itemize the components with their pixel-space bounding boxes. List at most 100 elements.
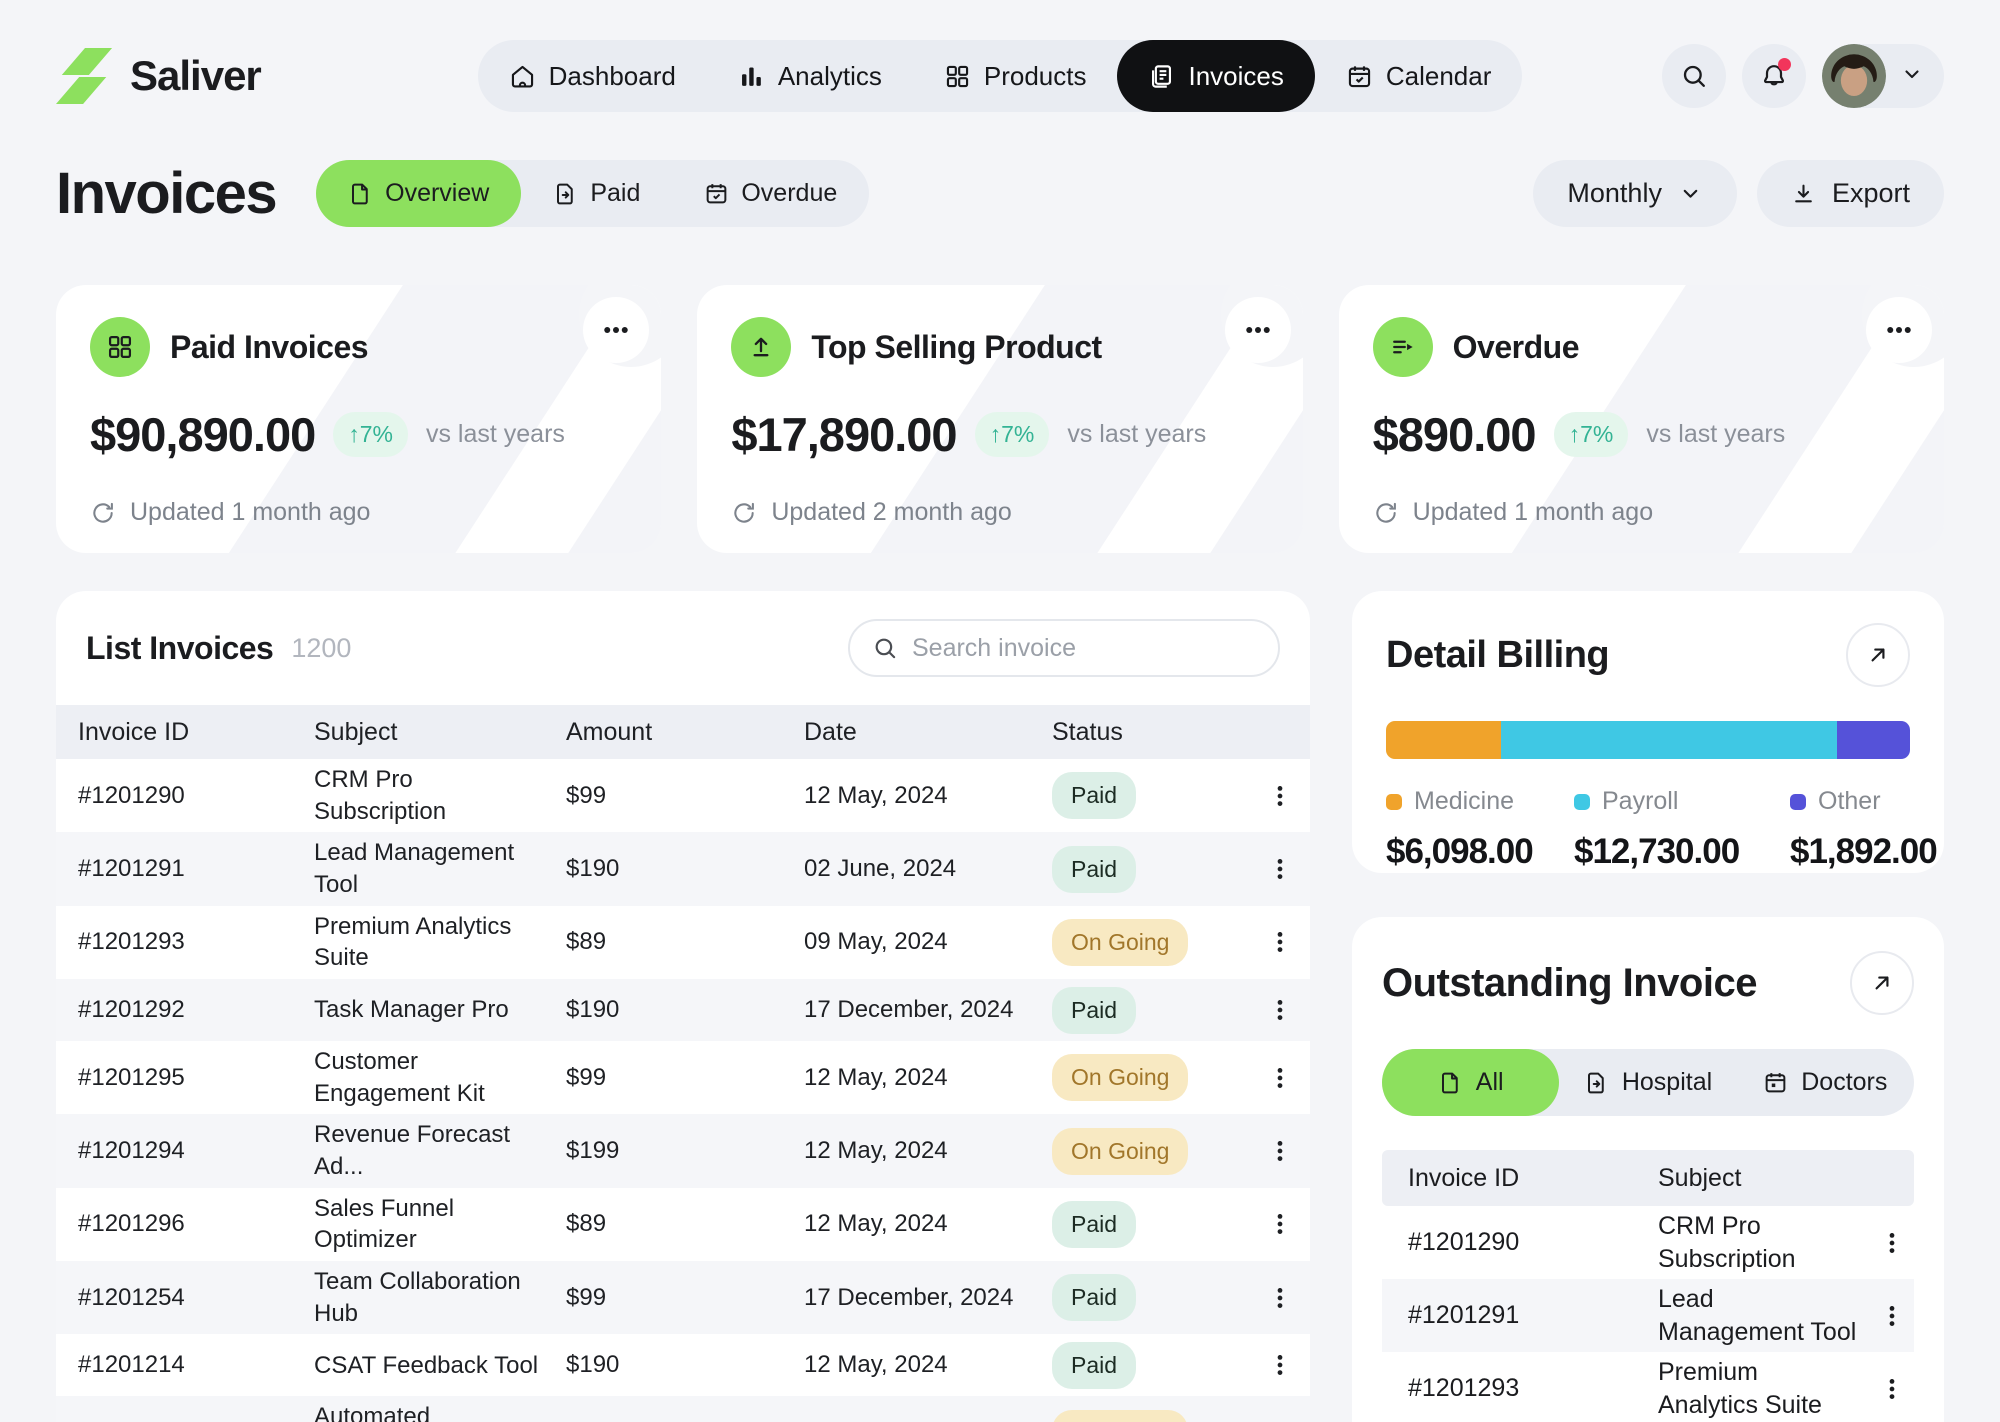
table-row: #1201290CRM Pro Subscription [1382,1206,1914,1279]
updated-label: Updated 1 month ago [130,498,370,527]
kebab-icon [1267,1285,1293,1311]
row-menu-button[interactable] [1250,929,1310,955]
bar-segment-medicine [1386,721,1501,759]
row-menu-button[interactable] [1250,1065,1310,1091]
nav-label: Invoices [1188,61,1283,92]
expand-button[interactable] [1850,951,1914,1015]
notification-dot [1778,58,1791,71]
kebab-icon [1267,997,1293,1023]
nav-item-dashboard[interactable]: Dashboard [478,40,707,112]
nav-item-analytics[interactable]: Analytics [707,40,913,112]
kebab-icon [1267,1065,1293,1091]
row-menu-button[interactable] [1250,1285,1310,1311]
search-button[interactable] [1662,44,1726,108]
legend-label: Payroll [1602,787,1678,816]
table-header: Invoice ID Subject Amount Date Status [56,705,1310,759]
tab-overdue[interactable]: Overdue [672,160,869,227]
table-row: #1201291Lead Management Tool [1382,1279,1914,1352]
updated-label: Updated 2 month ago [771,498,1011,527]
user-menu[interactable] [1822,44,1944,108]
home-icon [509,63,536,90]
compare-label: vs last years [1067,420,1206,449]
invoice-search [848,619,1280,677]
list-arrow-icon [1373,317,1433,377]
list-invoices-card: List Invoices 1200 Invoice ID Subject Am… [56,591,1310,1422]
table-row: #1201291Lead Management Tool$19002 June,… [56,832,1310,905]
title-row: Invoices Overview Paid Overdue Monthly [56,160,1944,227]
row-menu-button[interactable] [1250,783,1310,809]
tab-overview[interactable]: Overview [316,160,521,227]
detail-billing-card: Detail Billing Medicine Payroll Other [1352,591,1944,873]
page-title: Invoices [56,160,276,227]
file-arrow-icon [1584,1070,1609,1095]
billing-amount-medicine: $6,098.00 [1386,832,1574,872]
saliver-logo-icon [56,46,114,106]
table-row: #1201254Team Collaboration Hub$9917 Dece… [56,1261,1310,1334]
row-menu-button[interactable] [1870,1303,1914,1329]
table-header: Invoice ID Subject [1382,1150,1914,1206]
table-row: #1201291Automated Reporting Pro$19912 Ma… [56,1396,1310,1422]
billing-amounts: $6,098.00 $12,730.00 $1,892.00 [1386,832,1910,872]
main-nav: Dashboard Analytics Products Invoices Ca… [478,40,1523,112]
kebab-icon [1267,1138,1293,1164]
tab-hospital[interactable]: Hospital [1559,1049,1736,1116]
right-column: Detail Billing Medicine Payroll Other [1352,591,1944,1422]
row-menu-button[interactable] [1250,856,1310,882]
legend-dot-payroll [1574,794,1590,810]
billing-legend: Medicine Payroll Other [1386,787,1910,816]
search-invoice-input[interactable] [912,634,1256,663]
nav-label: Analytics [778,61,882,92]
nav-item-products[interactable]: Products [913,40,1118,112]
export-button[interactable]: Export [1757,160,1944,227]
title-actions: Monthly Export [1533,160,1944,227]
legend-dot-other [1790,794,1806,810]
kebab-icon [1267,856,1293,882]
stat-card-paid-invoices: Paid Invoices $90,890.00 ↑7% vs last yea… [56,285,661,553]
expand-button[interactable] [1846,623,1910,687]
row-menu-button[interactable] [1250,1352,1310,1378]
detail-billing-title: Detail Billing [1386,634,1609,677]
row-menu-button[interactable] [1250,1211,1310,1237]
outstanding-tabs: All Hospital Doctors [1382,1049,1914,1116]
status-badge: Paid [1052,1342,1136,1389]
nav-label: Calendar [1386,61,1492,92]
brand-name: Saliver [130,52,261,100]
stat-card-overdue: Overdue $890.00 ↑7% vs last years Update… [1339,285,1944,553]
nav-label: Products [984,61,1087,92]
status-badge: On Going [1052,1128,1188,1175]
file-icon [1438,1070,1463,1095]
legend-label: Other [1818,787,1881,816]
change-badge: ↑7% [975,412,1050,457]
nav-item-calendar[interactable]: Calendar [1315,40,1523,112]
stat-amount: $890.00 [1373,407,1536,462]
tab-label: Overdue [741,179,837,208]
notifications-button[interactable] [1742,44,1806,108]
tab-paid[interactable]: Paid [521,160,672,227]
col-subject: Subject [1658,1164,1870,1193]
table-row: #1201214CSAT Feedback Tool$19012 May, 20… [56,1334,1310,1396]
period-value: Monthly [1567,178,1662,209]
row-menu-button[interactable] [1250,997,1310,1023]
nav-label: Dashboard [549,61,676,92]
grid-icon [90,317,150,377]
row-menu-button[interactable] [1870,1230,1914,1256]
list-count: 1200 [291,633,351,664]
stat-card-top-selling: Top Selling Product $17,890.00 ↑7% vs la… [697,285,1302,553]
view-tabs: Overview Paid Overdue [316,160,869,227]
refresh-icon [731,500,757,526]
status-badge: On Going [1052,1054,1188,1101]
tab-doctors[interactable]: Doctors [1737,1049,1914,1116]
list-title: List Invoices [86,630,273,667]
period-select[interactable]: Monthly [1533,160,1737,227]
row-menu-button[interactable] [1870,1376,1914,1402]
kebab-icon [1267,929,1293,955]
row-menu-button[interactable] [1250,1138,1310,1164]
status-badge: On Going [1052,1410,1188,1422]
refresh-icon [90,500,116,526]
table-row: #1201292Task Manager Pro$19017 December,… [56,979,1310,1041]
nav-item-invoices[interactable]: Invoices [1117,40,1314,112]
tab-all[interactable]: All [1382,1049,1559,1116]
updated-label: Updated 1 month ago [1413,498,1653,527]
table-row: #1201290CRM Pro Subscription$9912 May, 2… [56,759,1310,832]
stat-amount: $17,890.00 [731,407,956,462]
